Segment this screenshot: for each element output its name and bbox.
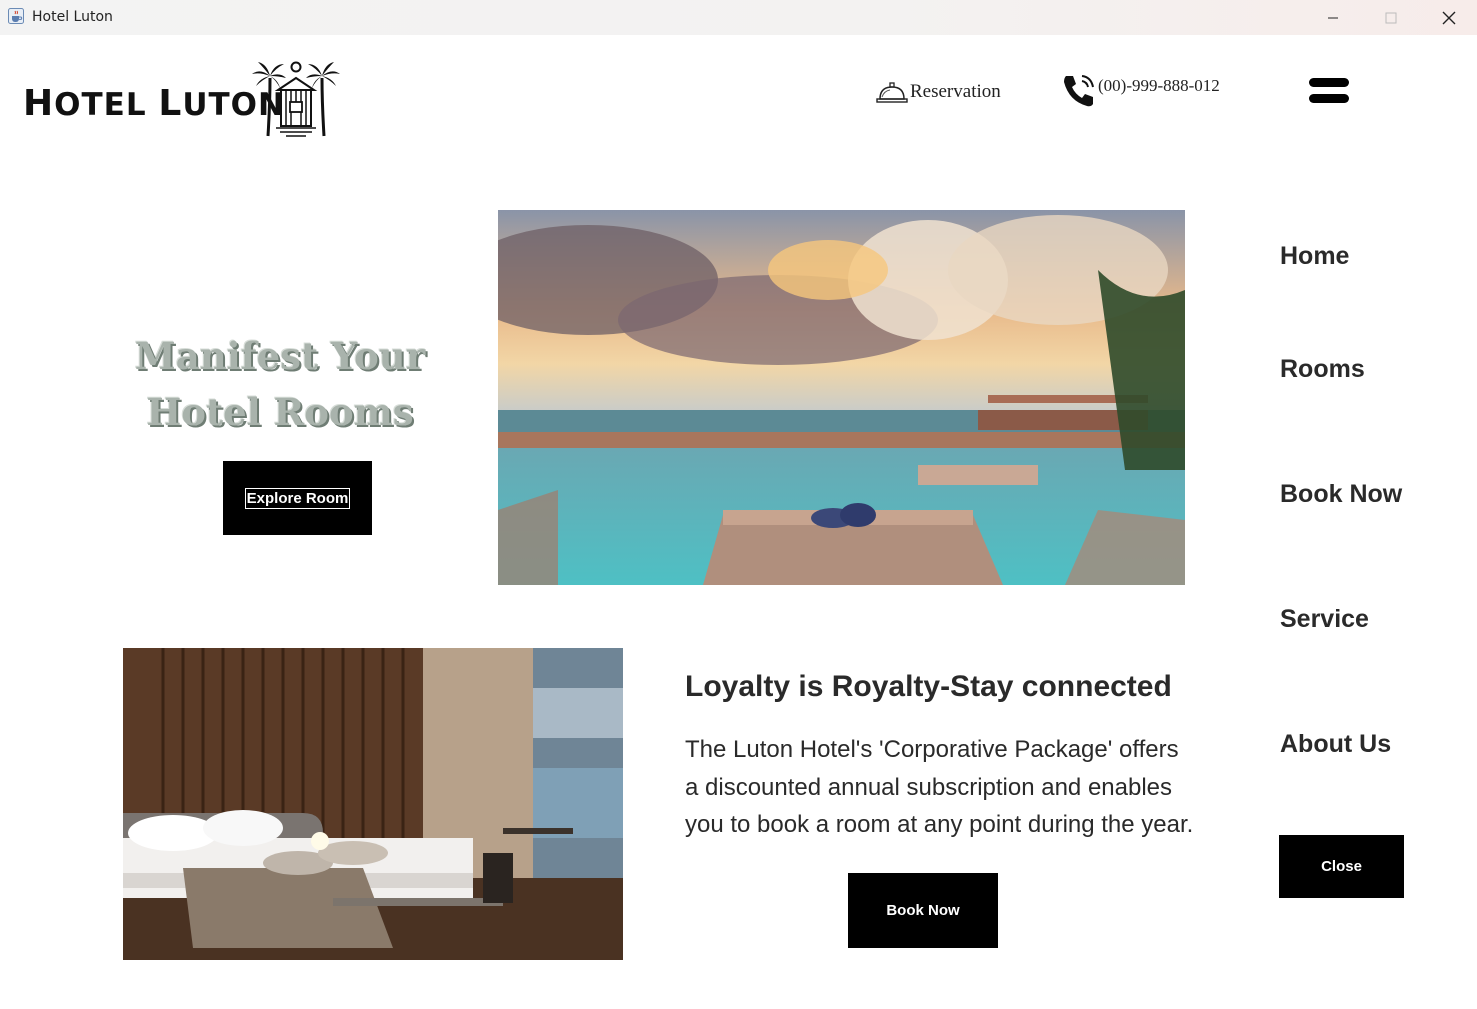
explore-room-button[interactable]: Explore Room <box>223 461 372 535</box>
reservation-label: Reservation <box>910 81 1001 102</box>
hotel-room-image <box>123 648 623 960</box>
maximize-button[interactable] <box>1362 0 1420 35</box>
palm-hut-logo-icon <box>252 61 340 137</box>
minimize-icon <box>1328 17 1338 18</box>
loyalty-description: The Luton Hotel's 'Corporative Package' … <box>685 736 1194 838</box>
window-title-bar: Hotel Luton <box>0 0 1477 35</box>
hero-title-line1: Manifest Your <box>134 334 426 378</box>
logo-letter-l: L <box>158 83 183 124</box>
minimize-button[interactable] <box>1304 0 1362 35</box>
hero-title-line2: Hotel Rooms <box>146 390 414 434</box>
side-menu-close-button[interactable]: Close <box>1279 835 1404 898</box>
close-icon <box>1442 11 1456 24</box>
maximize-icon <box>1385 12 1397 23</box>
side-menu-book-now[interactable]: Book Now <box>1280 480 1402 509</box>
hamburger-icon <box>1309 78 1349 87</box>
logo-word-otel: OTEL <box>54 87 159 123</box>
hamburger-menu-button[interactable] <box>1309 78 1349 106</box>
service-bell-icon <box>876 82 908 103</box>
reservation-link[interactable]: Reservation <box>876 79 1001 105</box>
window-title: Hotel Luton <box>32 9 113 25</box>
java-cup-icon <box>8 8 24 24</box>
hamburger-icon-bar <box>1309 94 1349 103</box>
logo-letter-h: H <box>23 83 55 124</box>
logo-text[interactable]: HOTEL LUTON <box>23 86 285 122</box>
phone-contact[interactable]: (00)-999-888-012 <box>1060 72 1220 110</box>
book-now-button[interactable]: Book Now <box>848 873 998 948</box>
side-menu-home[interactable]: Home <box>1280 242 1349 271</box>
side-menu-service[interactable]: Service <box>1280 605 1369 634</box>
hero-title: Manifest Your Hotel Rooms <box>130 328 430 440</box>
side-menu-rooms[interactable]: Rooms <box>1280 355 1365 384</box>
side-menu-about-us[interactable]: About Us <box>1280 730 1391 759</box>
pool-sunset-image <box>498 210 1185 585</box>
loyalty-heading: Loyalty is Royalty-Stay connected <box>685 670 1172 703</box>
close-window-button[interactable] <box>1420 0 1477 35</box>
explore-room-label: Explore Room <box>244 487 351 509</box>
phone-number: (00)-999-888-012 <box>1098 76 1220 95</box>
phone-icon <box>1064 75 1094 107</box>
